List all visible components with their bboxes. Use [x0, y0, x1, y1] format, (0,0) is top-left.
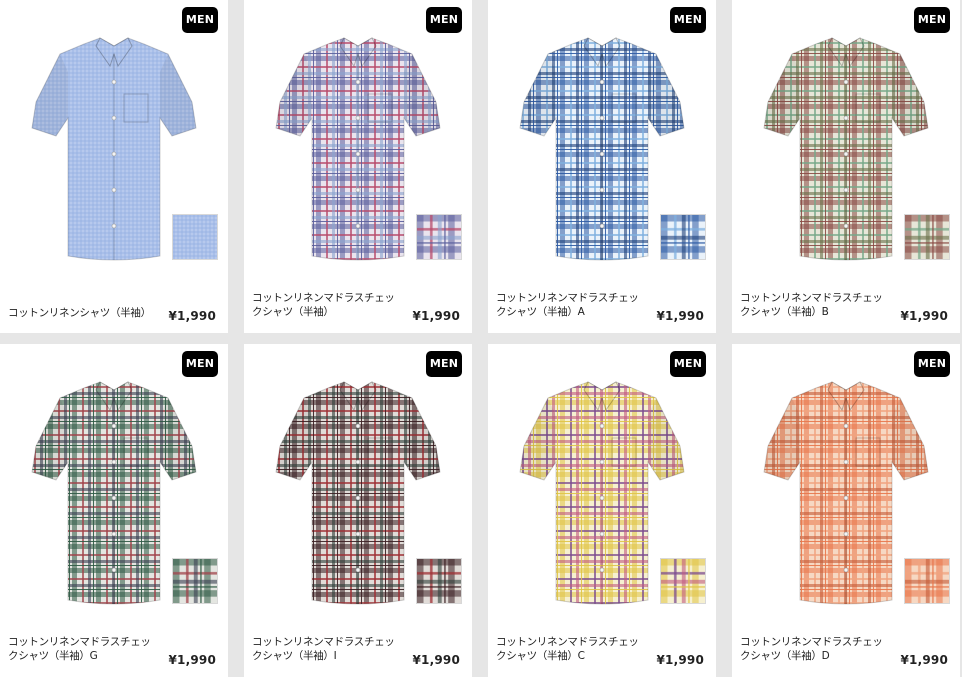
product-name[interactable]: コットンリネンシャツ（半袖） — [8, 306, 156, 320]
product-name[interactable]: コットンリネンマドラスチェックシャツ（半袖）A — [496, 291, 644, 319]
product-price: ¥1,990 — [900, 653, 948, 667]
fabric-swatch[interactable] — [904, 558, 950, 604]
men-badge: MEN — [670, 7, 706, 33]
product-name[interactable]: コットンリネンマドラスチェックシャツ（半袖）C — [496, 635, 644, 663]
fabric-swatch[interactable] — [172, 214, 218, 260]
fabric-swatch[interactable] — [416, 214, 462, 260]
product-card[interactable]: MEN — [488, 0, 716, 333]
men-badge: MEN — [914, 7, 950, 33]
product-price: ¥1,990 — [412, 653, 460, 667]
fabric-swatch[interactable] — [660, 214, 706, 260]
fabric-swatch[interactable] — [904, 214, 950, 260]
product-price: ¥1,990 — [168, 309, 216, 323]
men-badge: MEN — [426, 7, 462, 33]
product-card[interactable]: MEN — [244, 0, 472, 333]
fabric-swatch-image — [173, 559, 217, 603]
fabric-swatch-image — [905, 559, 949, 603]
product-name[interactable]: コットンリネンマドラスチェックシャツ（半袖）B — [740, 291, 888, 319]
product-card[interactable]: MEN — [732, 344, 960, 677]
fabric-swatch-image — [173, 215, 217, 259]
men-badge: MEN — [914, 351, 950, 377]
product-name[interactable]: コットンリネンマドラスチェックシャツ（半袖）G — [8, 635, 156, 663]
men-badge: MEN — [426, 351, 462, 377]
men-badge: MEN — [182, 7, 218, 33]
men-badge: MEN — [182, 351, 218, 377]
fabric-swatch-image — [417, 215, 461, 259]
product-price: ¥1,990 — [168, 653, 216, 667]
fabric-swatch[interactable] — [660, 558, 706, 604]
product-name[interactable]: コットンリネンマドラスチェックシャツ（半袖）D — [740, 635, 888, 663]
product-name[interactable]: コットンリネンマドラスチェックシャツ（半袖）I — [252, 635, 400, 663]
product-price: ¥1,990 — [900, 309, 948, 323]
product-price: ¥1,990 — [656, 653, 704, 667]
product-card[interactable]: MEN — [0, 344, 228, 677]
product-card[interactable]: MEN コットンリネンシャツ（半袖） ¥1,990 — [0, 0, 228, 333]
fabric-swatch[interactable] — [172, 558, 218, 604]
product-card[interactable]: MEN — [488, 344, 716, 677]
fabric-swatch-image — [905, 215, 949, 259]
product-card[interactable]: MEN — [732, 0, 960, 333]
product-card[interactable]: MEN — [244, 344, 472, 677]
product-name[interactable]: コットンリネンマドラスチェックシャツ（半袖） — [252, 291, 400, 319]
fabric-swatch-image — [417, 559, 461, 603]
fabric-swatch-image — [661, 215, 705, 259]
product-grid: MEN コットンリネンシャツ（半袖） ¥1,990 MEN コットンリネンマドラ… — [0, 0, 962, 677]
fabric-swatch[interactable] — [416, 558, 462, 604]
men-badge: MEN — [670, 351, 706, 377]
product-price: ¥1,990 — [412, 309, 460, 323]
product-price: ¥1,990 — [656, 309, 704, 323]
fabric-swatch-image — [661, 559, 705, 603]
